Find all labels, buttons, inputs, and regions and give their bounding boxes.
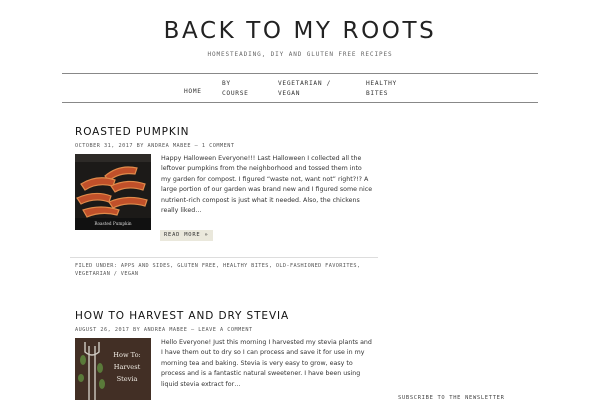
post-comments-link[interactable]: 1 COMMENT (202, 143, 235, 149)
nav-item-by-course[interactable]: BY COURSE (222, 79, 249, 99)
category-link[interactable]: GLUTEN FREE (177, 263, 216, 269)
filed-under-label: FILED UNDER: (75, 263, 118, 269)
entry-footer-divider (70, 257, 378, 258)
roasted-pumpkin-photo: Roasted Pumpkin (75, 154, 151, 230)
category-link[interactable]: OLD-FASHIONED FAVORITES (276, 263, 357, 269)
meta-separator: — (194, 143, 199, 149)
nav-item-home[interactable]: HOME (184, 87, 202, 97)
post-thumbnail[interactable]: Roasted Pumpkin (75, 154, 151, 230)
category-link[interactable]: APPS AND SIDES (121, 263, 170, 269)
post-comments-link[interactable]: LEAVE A COMMENT (198, 327, 252, 333)
post-by-label: BY (132, 327, 141, 333)
post-excerpt: Happy Halloween Everyone!!! Last Hallowe… (161, 155, 373, 215)
thumbnail-line-2: Harvest (114, 363, 141, 371)
read-more-button[interactable]: READ MORE » (160, 230, 213, 241)
nav-item-healthy-bites[interactable]: HEALTHY BITES (366, 79, 397, 99)
site-title[interactable]: BACK TO MY ROOTS (0, 18, 600, 44)
post-excerpt: Hello Everyone! Just this morning I harv… (161, 339, 372, 388)
category-link[interactable]: HEALTHY BITES (223, 263, 269, 269)
post-title[interactable]: HOW TO HARVEST AND DRY STEVIA (75, 310, 289, 322)
post-title[interactable]: ROASTED PUMPKIN (75, 126, 189, 138)
post-author-link[interactable]: ANDREA MABEE (147, 143, 190, 149)
site-tagline: HOMESTEADING, DIY AND GLUTEN FREE RECIPE… (207, 51, 393, 58)
post-meta: OCTOBER 31, 2017 BY ANDREA MABEE — 1 COM… (75, 143, 234, 149)
post-date: OCTOBER 31, 2017 (75, 143, 133, 149)
post-meta: AUGUST 26, 2017 BY ANDREA MABEE — LEAVE … (75, 327, 253, 333)
post-thumbnail[interactable]: How To: Harvest Stevia (75, 338, 151, 400)
post-by-label: BY (136, 143, 144, 149)
entry-categories: FILED UNDER: APPS AND SIDES, GLUTEN FREE… (75, 263, 361, 278)
nav-item-vegetarian-vegan[interactable]: VEGETARIAN / VEGAN (278, 79, 331, 99)
category-link[interactable]: VEGETARIAN / VEGAN (75, 271, 138, 277)
meta-separator: — (190, 327, 195, 333)
post-date: AUGUST 26, 2017 (75, 327, 130, 333)
nav-bottom-divider (62, 102, 538, 103)
thumbnail-line-1: How To: (113, 351, 141, 359)
nav-top-divider (62, 73, 538, 74)
thumbnail-caption: Roasted Pumpkin (94, 221, 132, 226)
thumbnail-line-3: Stevia (117, 375, 138, 383)
sidebar-widget-heading: SUBSCRIBE TO THE NEWSLETTER (398, 395, 505, 401)
stevia-photo: How To: Harvest Stevia (75, 338, 151, 400)
post-author-link[interactable]: ANDREA MABEE (144, 327, 187, 333)
